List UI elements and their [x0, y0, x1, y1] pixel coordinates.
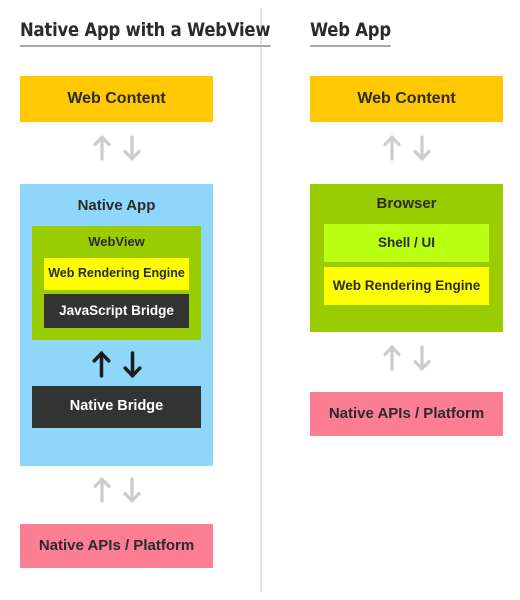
left-arrows-web-content-to-native-app: [20, 134, 213, 162]
left-box-native-apis-platform-label: Native APIs / Platform: [38, 536, 195, 554]
left-box-native-bridge-label: Native Bridge: [69, 398, 164, 415]
arrow-down-icon: [412, 135, 432, 161]
right-box-browser: Browser Shell / UI Web Rendering Engine: [310, 184, 503, 332]
arrow-up-icon: [382, 135, 402, 161]
left-column-title: Native App with a WebView: [20, 18, 271, 47]
right-box-native-apis-platform: Native APIs / Platform: [310, 392, 503, 436]
column-web-app: Web App Web Content Browser Shell / UI W…: [260, 0, 520, 600]
left-box-native-apis-platform: Native APIs / Platform: [20, 524, 213, 568]
right-box-shell-ui-label: Shell / UI: [377, 234, 435, 250]
arrow-down-icon: [122, 135, 142, 161]
arrow-down-icon: [412, 345, 432, 371]
right-box-web-rendering-engine: Web Rendering Engine: [324, 267, 489, 305]
left-arrows-webview-to-native-bridge: [32, 348, 201, 380]
left-box-web-content-label: Web Content: [67, 90, 166, 108]
right-box-web-content: Web Content: [310, 76, 503, 122]
right-column-title: Web App: [310, 18, 391, 47]
right-box-shell-ui: Shell / UI: [324, 224, 489, 262]
right-arrows-web-content-to-browser: [310, 134, 503, 162]
left-box-javascript-bridge-label: JavaScript Bridge: [59, 302, 174, 318]
arrow-up-icon: [92, 135, 112, 161]
arrow-down-icon: [122, 477, 142, 503]
left-box-web-rendering-engine-label: Web Rendering Engine: [48, 266, 185, 281]
left-box-web-content: Web Content: [20, 76, 213, 122]
column-native-app-with-webview: Native App with a WebView Web Content Na…: [0, 0, 271, 600]
left-box-native-bridge: Native Bridge: [32, 386, 201, 428]
right-box-browser-label: Browser: [376, 195, 437, 212]
right-arrows-browser-to-native-apis: [310, 344, 503, 372]
left-box-javascript-bridge: JavaScript Bridge: [44, 294, 189, 328]
right-box-native-apis-platform-label: Native APIs / Platform: [328, 404, 485, 422]
arrow-up-icon: [382, 345, 402, 371]
architecture-diagram: Native App with a WebView Web Content Na…: [0, 0, 520, 600]
right-box-web-content-label: Web Content: [357, 90, 456, 108]
left-arrows-native-app-to-native-apis: [20, 476, 213, 504]
right-box-web-rendering-engine-label: Web Rendering Engine: [332, 277, 481, 293]
arrow-up-icon: [92, 477, 112, 503]
left-box-web-rendering-engine: Web Rendering Engine: [44, 258, 189, 290]
left-box-native-app: Native App WebView Web Rendering Engine …: [20, 184, 213, 466]
left-box-webview-label: WebView: [88, 234, 145, 249]
left-box-native-app-label: Native App: [77, 197, 156, 214]
left-box-webview: WebView Web Rendering Engine JavaScript …: [32, 226, 201, 340]
arrow-down-icon: [122, 350, 143, 378]
arrow-up-icon: [91, 350, 112, 378]
